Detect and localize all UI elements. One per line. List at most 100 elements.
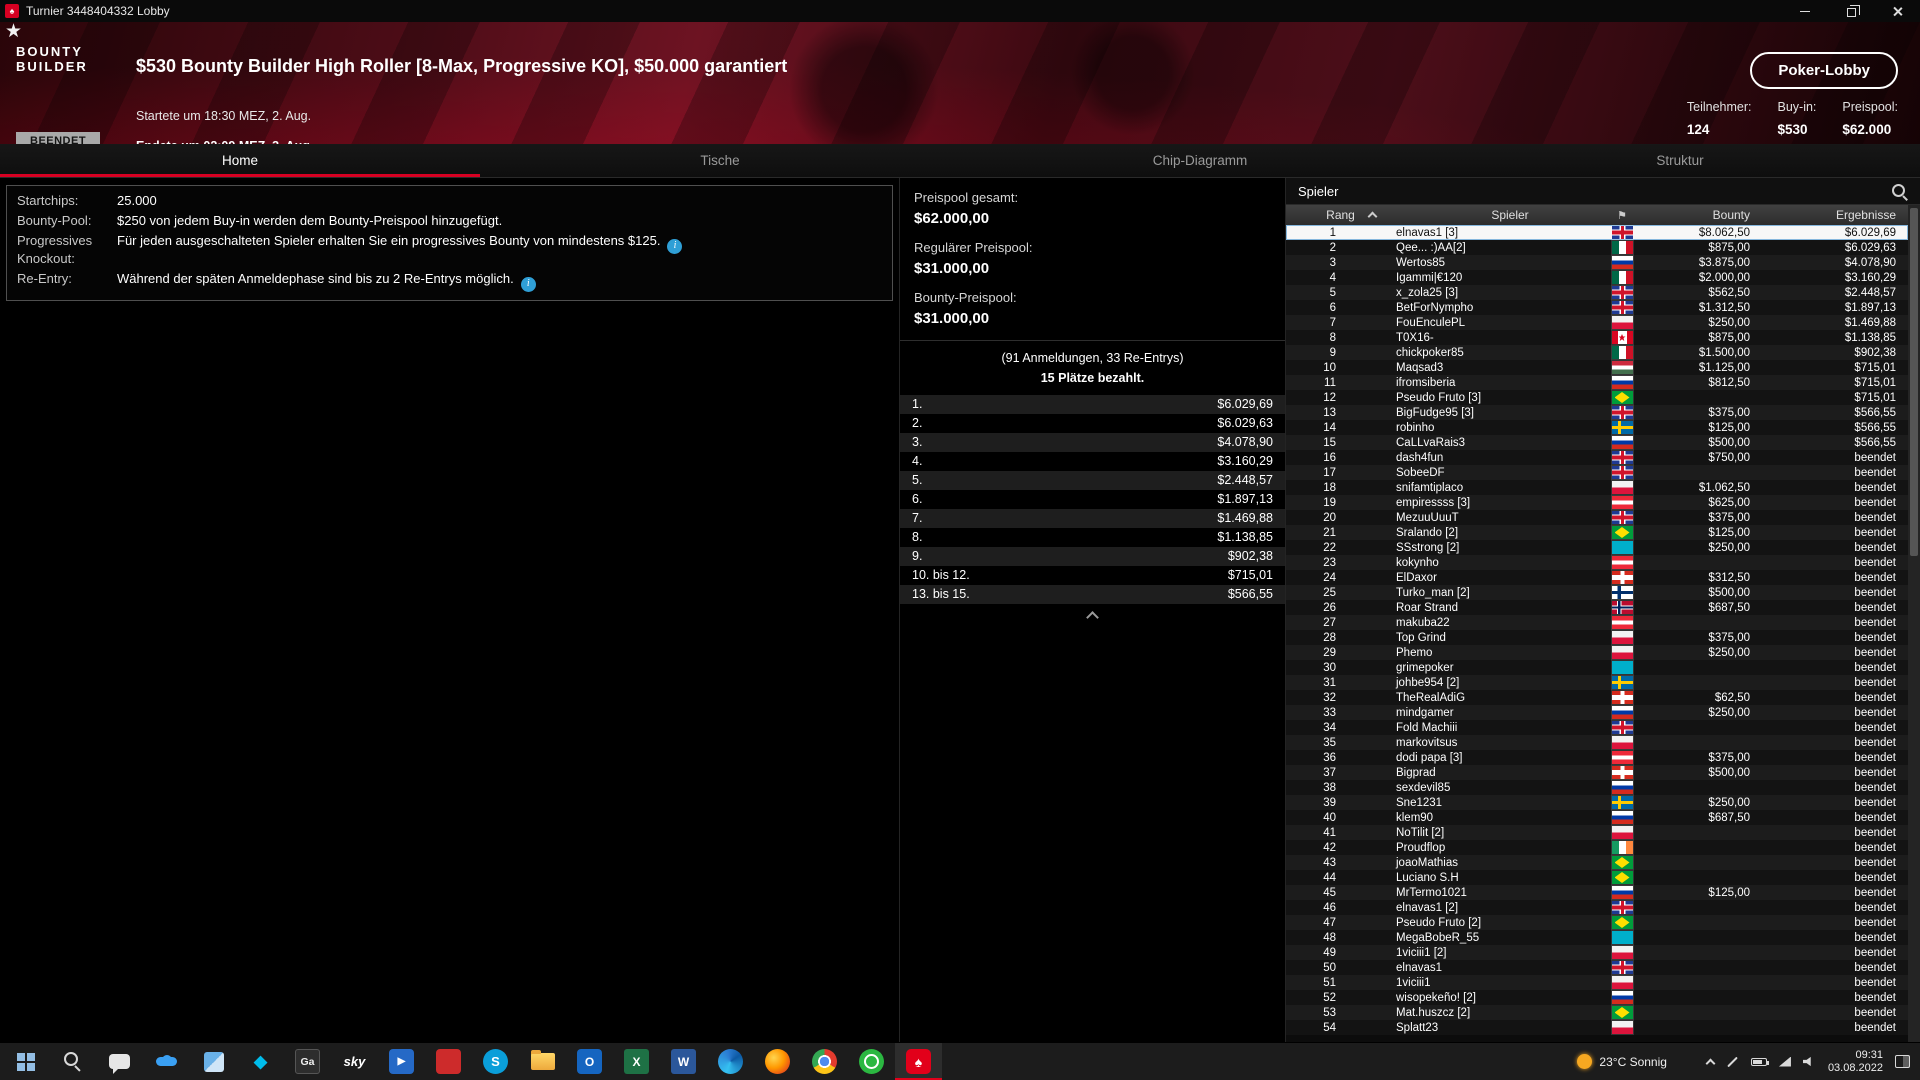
player-row[interactable]: 16 dash4fun $750,00 beendet xyxy=(1286,450,1908,465)
player-row[interactable]: 35 markovitsus beendet xyxy=(1286,735,1908,750)
collapse-chevron-icon[interactable] xyxy=(1086,611,1099,624)
firefox-app[interactable] xyxy=(754,1043,801,1080)
utorrent-app[interactable] xyxy=(425,1043,472,1080)
player-row[interactable]: 54 Splatt23 beendet xyxy=(1286,1020,1908,1035)
column-header-rank[interactable]: Rang xyxy=(1286,208,1416,222)
sky-app[interactable]: sky xyxy=(331,1043,378,1080)
info-icon[interactable]: i xyxy=(520,276,536,292)
player-row[interactable]: 45 MrTermo1021 $125,00 beendet xyxy=(1286,885,1908,900)
player-row[interactable]: 43 joaoMathias beendet xyxy=(1286,855,1908,870)
info-icon[interactable]: i xyxy=(667,238,683,254)
player-row[interactable]: 19 empiressss [3] $625,00 beendet xyxy=(1286,495,1908,510)
volume-icon[interactable] xyxy=(1802,1056,1811,1067)
player-row[interactable]: 26 Roar Strand $687,50 beendet xyxy=(1286,600,1908,615)
chrome-app[interactable] xyxy=(801,1043,848,1080)
weather-widget[interactable]: 23°C Sonnig xyxy=(1577,1054,1667,1069)
player-row[interactable]: 42 Proudflop beendet xyxy=(1286,840,1908,855)
poker-lobby-button[interactable]: Poker-Lobby xyxy=(1750,52,1898,89)
whatsapp-app[interactable] xyxy=(848,1043,895,1080)
tray-expand-icon[interactable] xyxy=(1705,1058,1716,1069)
column-header-flag[interactable]: ⚑ xyxy=(1604,209,1640,222)
player-row[interactable]: 1 elnavas1 [3] $8.062,50 $6.029,69 xyxy=(1286,225,1908,240)
tab-tische[interactable]: Tische xyxy=(480,144,960,177)
player-row[interactable]: 29 Phemo $250,00 beendet xyxy=(1286,645,1908,660)
player-row[interactable]: 41 NoTilit [2] beendet xyxy=(1286,825,1908,840)
player-row[interactable]: 31 johbe954 [2] beendet xyxy=(1286,675,1908,690)
player-row[interactable]: 39 Sne1231 $250,00 beendet xyxy=(1286,795,1908,810)
tab-home[interactable]: Home xyxy=(0,144,480,177)
player-row[interactable]: 2 Qee... :)AA[2] $875,00 $6.029,63 xyxy=(1286,240,1908,255)
start-button[interactable] xyxy=(2,1043,49,1080)
player-row[interactable]: 8 T0X16- $875,00 $1.138,85 xyxy=(1286,330,1908,345)
player-row[interactable]: 50 elnavas1 beendet xyxy=(1286,960,1908,975)
photos-app[interactable] xyxy=(190,1043,237,1080)
excel-app[interactable]: X xyxy=(613,1043,660,1080)
tab-chip-diagramm[interactable]: Chip-Diagramm xyxy=(960,144,1440,177)
chat-app[interactable] xyxy=(96,1043,143,1080)
column-header-player[interactable]: Spieler xyxy=(1416,208,1604,222)
player-row[interactable]: 37 Bigprad $500,00 beendet xyxy=(1286,765,1908,780)
player-row[interactable]: 38 sexdevil85 beendet xyxy=(1286,780,1908,795)
player-row[interactable]: 23 kokynho beendet xyxy=(1286,555,1908,570)
skype-app[interactable]: S xyxy=(472,1043,519,1080)
player-row[interactable]: 53 Mat.huszcz [2] beendet xyxy=(1286,1005,1908,1020)
tab-struktur[interactable]: Struktur xyxy=(1440,144,1920,177)
search-button[interactable] xyxy=(49,1043,96,1080)
player-row[interactable]: 36 dodi papa [3] $375,00 beendet xyxy=(1286,750,1908,765)
player-row[interactable]: 9 chickpoker85 $1.500,00 $902,38 xyxy=(1286,345,1908,360)
player-row[interactable]: 20 MezuuUuuT $375,00 beendet xyxy=(1286,510,1908,525)
players-scrollbar[interactable] xyxy=(1908,205,1920,1042)
player-row[interactable]: 7 FouEnculePL $250,00 $1.469,88 xyxy=(1286,315,1908,330)
player-row[interactable]: 27 makuba22 beendet xyxy=(1286,615,1908,630)
player-row[interactable]: 34 Fold Machiii beendet xyxy=(1286,720,1908,735)
player-row[interactable]: 48 MegaBobeR_55 beendet xyxy=(1286,930,1908,945)
action-center-icon[interactable] xyxy=(1895,1055,1910,1068)
video-app[interactable]: ▶ xyxy=(378,1043,425,1080)
player-row[interactable]: 22 SSstrong [2] $250,00 beendet xyxy=(1286,540,1908,555)
player-row[interactable]: 13 BigFudge95 [3] $375,00 $566,55 xyxy=(1286,405,1908,420)
player-row[interactable]: 47 Pseudo Fruto [2] beendet xyxy=(1286,915,1908,930)
network-icon[interactable] xyxy=(1778,1056,1791,1067)
onedrive-app[interactable] xyxy=(143,1043,190,1080)
player-row[interactable]: 15 CaLLvaRais3 $500,00 $566,55 xyxy=(1286,435,1908,450)
player-row[interactable]: 44 Luciano S.H beendet xyxy=(1286,870,1908,885)
scrollbar-thumb[interactable] xyxy=(1910,208,1918,556)
webex-app[interactable]: ◆ xyxy=(237,1043,284,1080)
word-app[interactable]: W xyxy=(660,1043,707,1080)
player-row[interactable]: 17 SobeeDF beendet xyxy=(1286,465,1908,480)
minimize-button[interactable] xyxy=(1782,0,1828,22)
battery-icon[interactable] xyxy=(1750,1057,1769,1066)
player-row[interactable]: 5 x_zola25 [3] $562,50 $2.448,57 xyxy=(1286,285,1908,300)
edge-app[interactable] xyxy=(707,1043,754,1080)
player-row[interactable]: 49 1viciii1 [2] beendet xyxy=(1286,945,1908,960)
geforce-app[interactable]: Ga xyxy=(284,1043,331,1080)
player-row[interactable]: 6 BetForNympho $1.312,50 $1.897,13 xyxy=(1286,300,1908,315)
player-row[interactable]: 52 wisopekeño! [2] beendet xyxy=(1286,990,1908,1005)
player-row[interactable]: 40 klem90 $687,50 beendet xyxy=(1286,810,1908,825)
clock[interactable]: 09:31 03.08.2022 xyxy=(1828,1049,1883,1075)
search-icon[interactable] xyxy=(1891,183,1908,200)
pen-icon[interactable] xyxy=(1727,1056,1738,1067)
player-row[interactable]: 14 robinho $125,00 $566,55 xyxy=(1286,420,1908,435)
player-row[interactable]: 18 snifamtiplaco $1.062,50 beendet xyxy=(1286,480,1908,495)
pokerstars-app[interactable]: ♠ xyxy=(895,1043,942,1080)
player-row[interactable]: 10 Maqsad3 $1.125,00 $715,01 xyxy=(1286,360,1908,375)
player-row[interactable]: 3 Wertos85 $3.875,00 $4.078,90 xyxy=(1286,255,1908,270)
player-row[interactable]: 46 elnavas1 [2] beendet xyxy=(1286,900,1908,915)
player-row[interactable]: 4 Igammi|€120 $2.000,00 $3.160,29 xyxy=(1286,270,1908,285)
player-row[interactable]: 11 ifromsiberia $812,50 $715,01 xyxy=(1286,375,1908,390)
player-row[interactable]: 12 Pseudo Fruto [3] $715,01 xyxy=(1286,390,1908,405)
player-row[interactable]: 24 ElDaxor $312,50 beendet xyxy=(1286,570,1908,585)
player-row[interactable]: 33 mindgamer $250,00 beendet xyxy=(1286,705,1908,720)
player-row[interactable]: 51 1viciii1 beendet xyxy=(1286,975,1908,990)
player-row[interactable]: 25 Turko_man [2] $500,00 beendet xyxy=(1286,585,1908,600)
player-row[interactable]: 32 TheRealAdiG $62,50 beendet xyxy=(1286,690,1908,705)
column-header-bounty[interactable]: Bounty xyxy=(1640,208,1750,222)
close-button[interactable] xyxy=(1874,0,1920,22)
player-row[interactable]: 21 Sralando [2] $125,00 beendet xyxy=(1286,525,1908,540)
outlook-app[interactable]: O xyxy=(566,1043,613,1080)
column-header-ergebnisse[interactable]: Ergebnisse xyxy=(1750,208,1908,222)
player-row[interactable]: 28 Top Grind $375,00 beendet xyxy=(1286,630,1908,645)
restore-button[interactable] xyxy=(1828,0,1874,22)
explorer-app[interactable] xyxy=(519,1043,566,1080)
